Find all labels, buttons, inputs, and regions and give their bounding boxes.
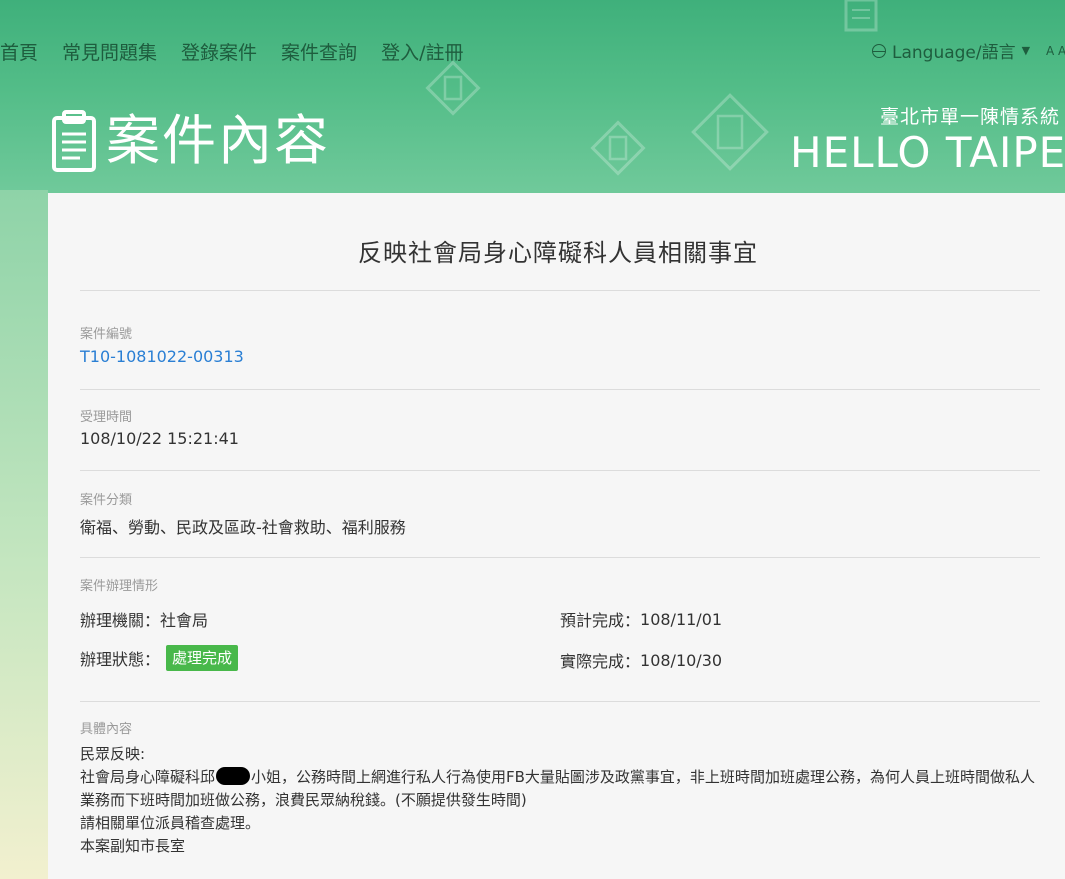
case-title: 反映社會局身心障礙科人員相關事宜 xyxy=(358,239,758,267)
redaction-mark xyxy=(216,767,251,785)
handling-label: 案件辦理情形 xyxy=(80,579,159,594)
actual-completion-label: 實際完成： xyxy=(560,652,641,671)
content-line: 本案副知市長室 xyxy=(80,837,186,855)
caret-down-icon: ▼ xyxy=(1021,44,1031,57)
divider xyxy=(80,701,1040,702)
nav-item-login-register[interactable]: 登入/註冊 xyxy=(381,38,463,65)
nav-item-submit-case[interactable]: 登錄案件 xyxy=(181,38,257,65)
font-size-control[interactable]: A A xyxy=(1046,44,1065,58)
divider xyxy=(80,470,1040,471)
agency-row: 辦理機關： 社會局 xyxy=(80,607,208,631)
nav-item-faq[interactable]: 常見問題集 xyxy=(62,38,157,65)
document-watermark-icon xyxy=(425,60,481,116)
category-value: 衛福、勞動、民政及區政-社會救助、福利服務 xyxy=(80,518,406,537)
top-nav: 首頁 常見問題集 登錄案件 案件查詢 登入/註冊 xyxy=(0,36,487,66)
agency-label: 辦理機關： xyxy=(80,611,161,630)
planned-completion-value: 108/11/01 xyxy=(640,609,723,629)
left-background-fade xyxy=(0,190,48,879)
divider xyxy=(80,557,1040,558)
planned-completion-row: 預計完成： 108/11/01 xyxy=(560,607,722,631)
agency-value: 社會局 xyxy=(160,611,209,630)
content-text: 社會局身心障礙科邱 xyxy=(80,768,216,786)
content-line: 民眾反映: xyxy=(80,745,146,763)
content-line: 請相關單位派員稽查處理。 xyxy=(80,814,261,832)
case-number-label: 案件編號 xyxy=(80,327,133,342)
nav-item-home[interactable]: 首頁 xyxy=(0,38,38,65)
language-selector[interactable]: Language/語言 ▼ xyxy=(872,38,1030,63)
content-line: 社會局身心障礙科邱 小姐，公務時間上網進行私人行為使用FB大量貼圖涉及政黨事宜，非… xyxy=(80,766,1040,812)
content-label: 具體內容 xyxy=(80,722,133,737)
category-label: 案件分類 xyxy=(80,493,133,508)
status-badge: 處理完成 xyxy=(166,645,239,671)
planned-completion-label: 預計完成： xyxy=(560,611,641,630)
page-title: 案件內容 xyxy=(106,109,330,172)
divider xyxy=(80,389,1040,390)
accepted-time-value: 108/10/22 15:21:41 xyxy=(80,429,239,448)
status-row: 辦理狀態： 處理完成 xyxy=(80,645,239,671)
accepted-time-label: 受理時間 xyxy=(80,410,133,425)
page-header: 案件內容 xyxy=(50,106,330,176)
case-number-link[interactable]: T10-1081022-00313 xyxy=(80,347,244,366)
globe-icon xyxy=(872,43,886,58)
clipboard-icon xyxy=(52,110,96,172)
case-content: 民眾反映: 社會局身心障礙科邱 小姐，公務時間上網進行私人行為使用FB大量貼圖涉及… xyxy=(80,743,1040,858)
document-watermark-icon xyxy=(691,93,769,171)
divider xyxy=(80,290,1040,291)
document-watermark-icon xyxy=(844,0,878,32)
case-detail-card: 反映社會局身心障礙科人員相關事宜 案件編號 T10-1081022-00313 … xyxy=(48,193,1065,879)
actual-completion-value: 108/10/30 xyxy=(640,650,723,670)
status-label: 辦理狀態： xyxy=(80,650,161,669)
brand-title: HELLO TAIPEI xyxy=(790,128,1065,177)
brand-subtitle: 臺北市單一陳情系統 xyxy=(880,106,1061,128)
nav-item-case-query[interactable]: 案件查詢 xyxy=(281,38,357,65)
actual-completion-row: 實際完成： 108/10/30 xyxy=(560,648,722,672)
language-label: Language/語言 xyxy=(892,43,1016,63)
document-watermark-icon xyxy=(590,120,646,176)
